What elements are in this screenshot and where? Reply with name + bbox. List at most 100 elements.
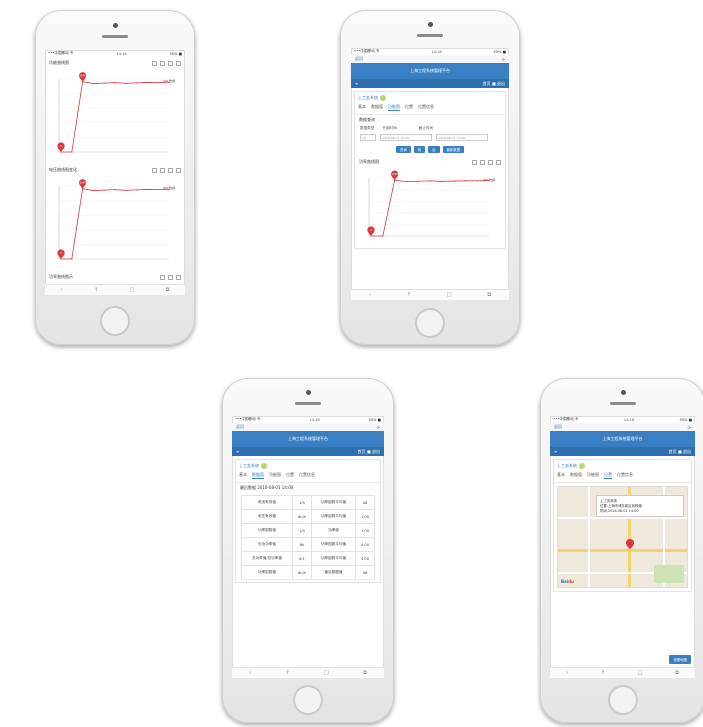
map-street	[558, 517, 687, 519]
back-icon[interactable]: ‹	[369, 292, 371, 298]
data-point	[464, 180, 466, 182]
tab-data[interactable]: 数据值	[252, 472, 264, 479]
refresh-icon[interactable]	[176, 274, 181, 280]
table-cell: 8h/h	[291, 565, 313, 580]
tab-location-info[interactable]: 位置信息	[418, 104, 434, 111]
card-title: 上工务系统	[557, 463, 577, 468]
browser-top-row: 返回 ⟳	[232, 423, 384, 431]
tabs-icon[interactable]: ⧉	[675, 670, 679, 676]
tab-location-info[interactable]: 位置信息	[299, 472, 315, 479]
tab-location[interactable]: 位置	[405, 104, 413, 111]
home-button[interactable]	[607, 685, 638, 715]
battery-indicator: 55% ■	[679, 417, 692, 422]
menu-icon[interactable]: ≡	[236, 449, 239, 454]
data-point	[441, 180, 443, 183]
back-link[interactable]: 返回	[236, 424, 244, 430]
battery-indicator: 55% ■	[368, 417, 381, 422]
restore-icon[interactable]	[160, 60, 165, 66]
device-card: 上工务系统 基本 数据值 功能图 位置 位置信息 上工务系统 位置:上海市浦东新…	[553, 459, 692, 592]
map-view[interactable]: 上工务系统 位置:上海市浦东新区张杨路 时间:2016-08-01 14:00 …	[557, 486, 688, 588]
tab-location[interactable]: 位置	[286, 472, 294, 479]
table-row: 无功功率值 8h 功率因数平均值 4.00	[241, 537, 375, 552]
refresh-icon[interactable]	[168, 167, 173, 173]
line-chart-3: 15400数据	[367, 170, 495, 237]
share-icon[interactable]: ↑	[94, 287, 98, 293]
tab-chart[interactable]: 功能图	[269, 472, 281, 479]
measurement-table: 电流有效值 1/h 功率因数平均值 46 电压有效值 8h/h 功率因数平均值 1.00 功率因…	[241, 495, 375, 580]
bookmarks-icon[interactable]: □	[447, 292, 452, 298]
share-icon[interactable]: ↑	[286, 670, 290, 676]
refresh-icon[interactable]	[488, 159, 493, 165]
next-button[interactable]: 后	[428, 146, 440, 153]
start-time-input[interactable]: 2016-08-01 12:00	[380, 134, 432, 141]
page-title: 上海工程系统管理平台	[288, 436, 328, 441]
chart-title: 功率曲线图示	[49, 274, 73, 279]
back-icon[interactable]: ‹	[249, 670, 251, 676]
browser-top-row: 返回 ⟳	[351, 55, 509, 63]
tab-location-info[interactable]: 位置信息	[617, 472, 633, 479]
restore-icon[interactable]	[160, 167, 165, 173]
table-cell: 46	[355, 565, 375, 580]
restore-icon[interactable]	[480, 159, 485, 165]
restore-icon[interactable]	[168, 274, 173, 280]
share-icon[interactable]: ↑	[601, 670, 605, 676]
view-map-button[interactable]: 查看地图	[669, 655, 691, 664]
series-line	[371, 179, 490, 237]
query-button[interactable]: 查询	[395, 146, 411, 153]
home-button[interactable]	[415, 308, 445, 338]
end-time-input[interactable]: 2016-08-01 14:00	[436, 134, 488, 141]
data-type-select[interactable]: 1/h	[360, 134, 376, 141]
nav-links[interactable]: 首页 ■ 退出	[358, 449, 380, 455]
tab-basic[interactable]: 基本	[557, 472, 565, 479]
map-marker-icon[interactable]	[626, 539, 634, 549]
bookmarks-icon[interactable]: □	[638, 670, 643, 676]
back-link[interactable]: 返回	[554, 424, 562, 430]
tab-chart[interactable]: 功能图	[587, 472, 599, 479]
card-title: 上工务系统	[239, 463, 259, 468]
zoom-icon[interactable]	[152, 60, 157, 66]
home-button[interactable]	[293, 685, 323, 715]
table-cell: 功率因数平均值	[311, 509, 356, 524]
zoom-icon[interactable]	[472, 159, 477, 165]
carrier-signal: •••中国移动 令	[235, 417, 261, 421]
tab-data[interactable]: 数据值	[570, 472, 582, 479]
prev-button[interactable]: 前	[413, 146, 426, 153]
tabs-icon[interactable]: ⧉	[487, 292, 491, 298]
home-button[interactable]	[100, 306, 130, 336]
chart-title: 功率曲线图	[359, 159, 379, 164]
save-image-icon[interactable]	[176, 167, 181, 173]
bookmarks-icon[interactable]: □	[324, 670, 329, 676]
back-link[interactable]: 返回	[355, 56, 363, 62]
zoom-icon[interactable]	[160, 274, 165, 280]
max-marker-label: 1540	[80, 75, 87, 78]
save-image-icon[interactable]	[176, 60, 181, 66]
back-icon[interactable]: ‹	[566, 670, 568, 676]
tab-location[interactable]: 位置	[604, 472, 612, 479]
share-icon[interactable]: ↑	[407, 292, 411, 298]
menu-icon[interactable]: ≡	[554, 449, 557, 454]
refresh-icon[interactable]: ⟳	[502, 57, 505, 62]
refresh-icon[interactable]	[168, 60, 173, 66]
nav-links[interactable]: 首页 ■ 退出	[669, 449, 691, 455]
zoom-icon[interactable]	[152, 167, 157, 173]
tabs-icon[interactable]: ⧉	[363, 670, 367, 676]
tabs-icon[interactable]: ⧉	[166, 287, 170, 293]
table-cell: 8h	[291, 537, 313, 552]
latest-button[interactable]: 最新数据	[442, 146, 465, 153]
tab-chart[interactable]: 功能图	[388, 104, 400, 111]
bookmarks-icon[interactable]: □	[130, 287, 135, 293]
nav-links[interactable]: 首页 ■ 退出	[483, 81, 505, 87]
tab-data[interactable]: 数据值	[371, 104, 383, 111]
label-end-time: 截止时间	[418, 126, 434, 130]
data-point	[417, 180, 419, 182]
refresh-icon[interactable]: ⟳	[688, 425, 691, 430]
save-image-icon[interactable]	[496, 159, 501, 165]
button-group: 查询 前 后 最新数据	[355, 143, 505, 156]
back-icon[interactable]: ‹	[61, 287, 63, 293]
refresh-icon[interactable]: ⟳	[377, 425, 380, 430]
menu-icon[interactable]: ≡	[355, 81, 358, 86]
chart-title: 电压曲线图变化	[49, 167, 77, 172]
tab-basic[interactable]: 基本	[239, 472, 247, 479]
tab-basic[interactable]: 基本	[358, 104, 366, 111]
phone-screen: •••中国移动 令 14:18 55% ■ 功能曲线图 1540 0 数据 电压曲线…	[45, 50, 185, 295]
